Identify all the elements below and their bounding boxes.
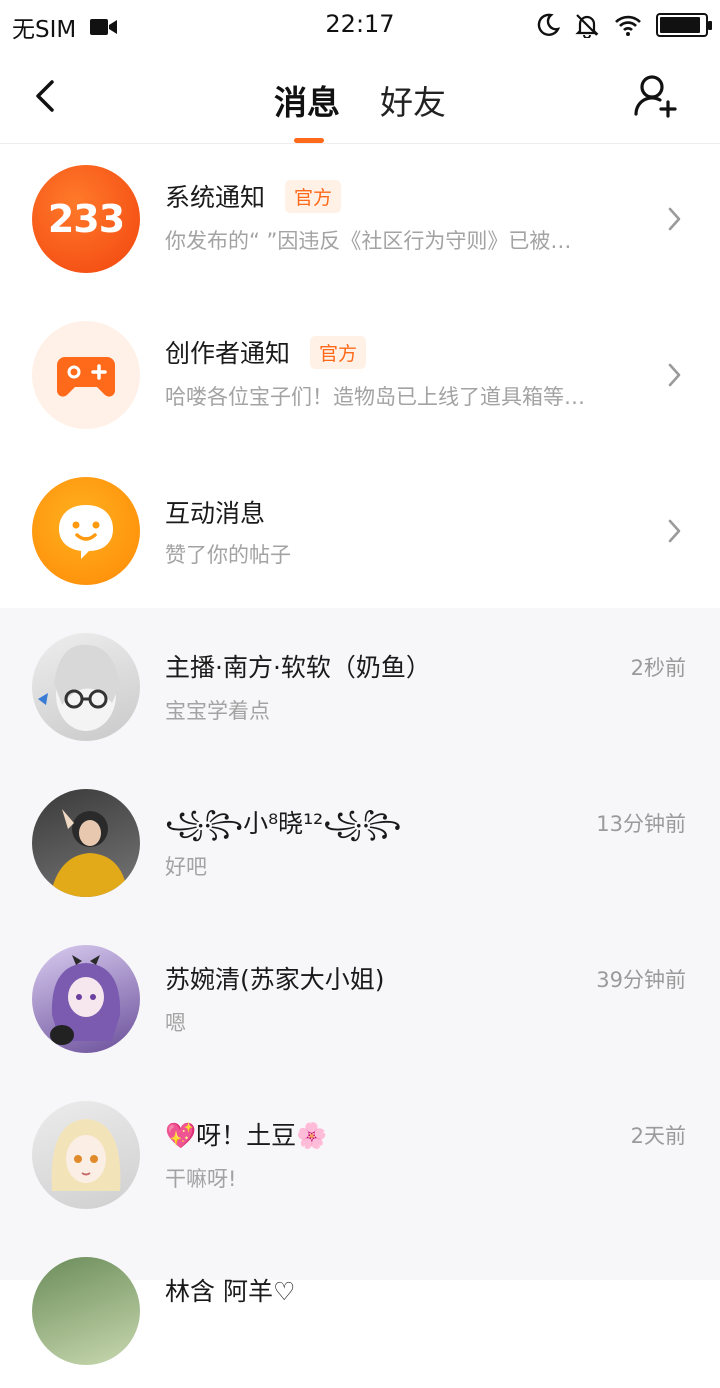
title-text: 互动消息 [165,499,266,528]
bell-muted-icon [575,14,599,38]
status-right [536,12,712,38]
chat-list: 主播·南方·软软（奶鱼） 宝宝学着点 2秒前 ꧁꧂小⁸晓¹²꧁꧂ 好吧 13分钟… [0,608,720,1365]
avatar [32,1101,140,1209]
avatar-image [51,1119,121,1191]
tab-messages[interactable]: 消息 [274,76,340,124]
row-title: 系统通知 官方 [165,178,342,214]
list-item-interaction[interactable]: 互动消息 赞了你的帖子 [0,457,720,613]
chat-preview: 好吧 [165,855,207,879]
moon-icon [537,13,560,36]
avatar [32,1257,140,1365]
avatar-image [38,644,120,731]
battery-fill [660,17,700,33]
list-item-system-notice[interactable]: 233 系统通知 官方 你发布的“ ”因违反《社区行为守则》已被… [0,145,720,301]
title-text: 创作者通知 [165,339,291,368]
avatar [32,633,140,741]
chat-name: 苏婉清(苏家大小姐) [165,965,385,994]
avatar [32,945,140,1053]
chat-row[interactable]: ꧁꧂小⁸晓¹²꧁꧂ 好吧 13分钟前 [0,764,720,920]
chat-name: 💖呀！土豆🌸 [165,1121,328,1150]
chat-time: 13分钟前 [596,812,686,836]
chat-time: 2秒前 [630,656,686,680]
chat-row[interactable]: 林含 阿羊♡ [0,1232,720,1388]
logo-233-icon: 233 [32,165,140,273]
avatar-image [50,955,121,1045]
gamepad-icon [32,321,140,429]
chat-row[interactable]: 苏婉清(苏家大小姐) 嗯 39分钟前 [0,920,720,1076]
official-badge: 官方 [285,179,342,213]
nav-bar: 消息 好友 [0,52,720,144]
chat-row[interactable]: 💖呀！土豆🌸 干嘛呀! 2天前 [0,1076,720,1232]
status-bar: 无SIM 22:17 [0,0,720,52]
wifi-icon [615,15,641,36]
row-title: 互动消息 [165,494,265,530]
chevron-right-icon [668,363,681,387]
avatar [32,789,140,897]
chevron-right-icon [668,519,681,543]
chat-row[interactable]: 主播·南方·软软（奶鱼） 宝宝学着点 2秒前 [0,608,720,764]
row-subtitle: 你发布的“ ”因违反《社区行为守则》已被… [165,229,572,253]
title-text: 系统通知 [165,183,266,212]
chat-bubble-face-icon [32,477,140,585]
chat-name: ꧁꧂小⁸晓¹²꧁꧂ [165,809,402,838]
chat-time: 39分钟前 [596,968,686,992]
gamepad-glyph [57,357,115,397]
chat-time: 2天前 [630,1124,686,1148]
row-subtitle: 哈喽各位宝子们！造物岛已上线了道具箱等… [165,385,585,409]
active-tab-indicator [294,138,324,143]
chevron-right-icon [668,207,681,231]
avatar-image [50,809,128,897]
chat-name: 主播·南方·软软（奶鱼） [165,653,431,682]
row-title: 创作者通知 官方 [165,334,367,370]
official-badge: 官方 [310,335,367,369]
tab-friends[interactable]: 好友 [380,76,446,124]
avatar-text: 233 [47,197,125,241]
row-subtitle: 赞了你的帖子 [165,543,291,567]
chat-preview: 干嘛呀! [165,1167,237,1191]
list-item-creator-notice[interactable]: 创作者通知 官方 哈喽各位宝子们！造物岛已上线了道具箱等… [0,301,720,457]
add-friend-button[interactable] [632,72,680,120]
chat-bubble-glyph [59,505,113,559]
chat-name: 林含 阿羊♡ [165,1277,296,1306]
chat-preview: 宝宝学着点 [165,699,270,723]
back-button[interactable] [26,72,70,120]
notification-section: 233 系统通知 官方 你发布的“ ”因违反《社区行为守则》已被… 创作者通知 … [0,145,720,608]
battery-icon [656,13,712,37]
chat-preview: 嗯 [165,1011,186,1035]
